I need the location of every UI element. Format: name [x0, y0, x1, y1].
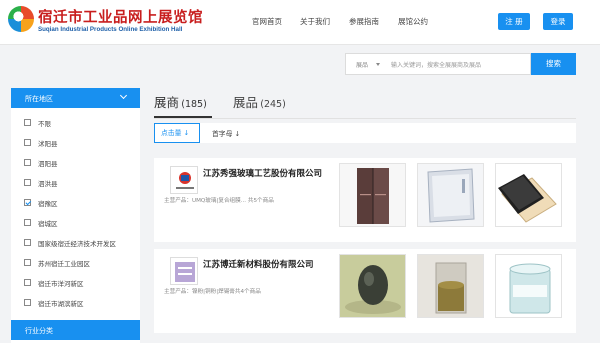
glass-panel-image [418, 164, 483, 226]
search-input-box[interactable]: 展品 输入关键词，搜索全展展商及展品 [345, 53, 531, 75]
region-item-suzhou-park[interactable]: 苏州宿迁工业园区 [11, 254, 140, 274]
region-item-sihong[interactable]: 泗洪县 [11, 174, 140, 194]
chevron-down-icon [376, 63, 380, 66]
tab-products[interactable]: 展品 (245) [233, 92, 286, 111]
nav-about[interactable]: 关于我们 [300, 16, 330, 27]
region-item-hubin[interactable]: 宿迁市湖滨新区 [11, 294, 140, 314]
region-filter-header[interactable]: 所在地区 [11, 88, 140, 108]
region-label: 泗洪县 [38, 180, 58, 188]
region-checkbox[interactable] [24, 279, 31, 286]
region-checkbox-checked[interactable] [24, 199, 31, 206]
company-main-products: 主营产品：镍粉|铜粉|焊锡膏共4个商品 [164, 289, 261, 295]
tab-label: 展品 [233, 95, 259, 110]
region-checkbox[interactable] [24, 239, 31, 246]
company-logo[interactable] [170, 166, 198, 194]
region-label: 宿迁市洋河新区 [38, 280, 84, 288]
region-checkbox[interactable] [24, 259, 31, 266]
region-item-unlimited[interactable]: 不限 [11, 114, 140, 134]
product-thumbnail[interactable] [417, 163, 484, 227]
company-name[interactable]: 江苏博迁新材料股份有限公司 [203, 258, 314, 270]
search-input[interactable]: 输入关键词，搜索全展展商及展品 [391, 60, 481, 69]
product-thumbnail[interactable] [417, 254, 484, 318]
login-button[interactable]: 登录 [543, 13, 573, 30]
region-item-dev-zone[interactable]: 国家级宿迁经济技术开发区 [11, 234, 140, 254]
company-logo[interactable] [170, 257, 198, 285]
search-category-select[interactable]: 展品 [356, 60, 368, 69]
exhibitor-card[interactable]: 江苏秀强玻璃工艺股份有限公司 主营产品：UMQ玻璃|复合组膜... 共5个商品 [154, 158, 576, 242]
region-label: 宿城区 [38, 220, 58, 228]
search-bar: 展品 输入关键词，搜索全展展商及展品 搜索 [0, 45, 600, 83]
company-logo-icon [176, 172, 194, 189]
sort-by-initial-button[interactable]: 首字母 ↓ [212, 128, 240, 138]
region-checkbox[interactable] [24, 179, 31, 186]
site-logo-icon[interactable] [8, 6, 34, 32]
site-title[interactable]: 宿迁市工业品网上展览馆 [38, 6, 203, 27]
product-thumbnail[interactable] [339, 163, 406, 227]
solder-paste-image [496, 255, 561, 317]
sort-by-clicks-button[interactable]: 点击量 ↓ [154, 123, 200, 143]
region-label: 沭阳县 [38, 140, 58, 148]
region-item-suyu[interactable]: 宿豫区 [11, 194, 140, 214]
product-thumbnail[interactable] [495, 254, 562, 318]
phone-image [496, 164, 561, 226]
region-filter-title: 所在地区 [25, 95, 53, 103]
region-checkbox[interactable] [24, 299, 31, 306]
exhibitor-card[interactable]: 江苏博迁新材料股份有限公司 主营产品：镍粉|铜粉|焊锡膏共4个商品 [154, 249, 576, 333]
site-subtitle: Suqian Industrial Products Online Exhibi… [38, 26, 183, 33]
search-button[interactable]: 搜索 [531, 53, 576, 75]
chevron-down-icon[interactable] [119, 91, 128, 100]
sort-bar: 点击量 ↓ 首字母 ↓ [154, 123, 576, 143]
tab-label: 展商 [154, 95, 180, 110]
register-button[interactable]: 注 册 [498, 13, 530, 30]
region-item-shuyang[interactable]: 沭阳县 [11, 134, 140, 154]
region-checkbox[interactable] [24, 159, 31, 166]
region-item-siyang[interactable]: 泗阳县 [11, 154, 140, 174]
copper-powder-jar-image [418, 255, 483, 317]
industry-filter-header[interactable]: 行业分类 [11, 320, 140, 340]
product-thumbnail[interactable] [339, 254, 406, 318]
product-thumbnail[interactable] [495, 163, 562, 227]
tab-exhibitors[interactable]: 展商 (185) [154, 92, 207, 111]
region-label: 宿迁市湖滨新区 [38, 300, 84, 308]
nav-home[interactable]: 官网首页 [252, 16, 282, 27]
region-label: 泗阳县 [38, 160, 58, 168]
region-item-sucheng[interactable]: 宿城区 [11, 214, 140, 234]
region-item-yanghe[interactable]: 宿迁市洋河新区 [11, 274, 140, 294]
region-checkbox[interactable] [24, 139, 31, 146]
company-main-products: 主营产品：UMQ玻璃|复合组膜... 共5个商品 [164, 198, 274, 204]
divider [154, 118, 576, 119]
tab-count: (185) [181, 99, 207, 110]
nickel-powder-image [340, 255, 405, 317]
main-content: 展商 (185) 展品 (245) 点击量 ↓ 首字母 ↓ 江苏秀强玻璃工艺股份… [154, 88, 589, 343]
nav-convention[interactable]: 展馆公约 [398, 16, 428, 27]
fridge-image [340, 164, 405, 226]
filter-sidebar: 所在地区 不限 沭阳县 泗阳县 泗洪县 宿豫区 宿城区 国家级宿迁经济技术开发区… [11, 88, 140, 343]
region-label: 苏州宿迁工业园区 [38, 260, 90, 268]
region-checkbox[interactable] [24, 119, 31, 126]
tab-count: (245) [260, 99, 286, 110]
company-logo-icon [175, 262, 195, 282]
region-checkbox[interactable] [24, 219, 31, 226]
industry-filter-title: 行业分类 [25, 327, 53, 335]
site-header: 宿迁市工业品网上展览馆 Suqian Industrial Products O… [0, 0, 600, 45]
region-label: 宿豫区 [38, 200, 58, 208]
nav-guide[interactable]: 参展指南 [349, 16, 379, 27]
region-label: 国家级宿迁经济技术开发区 [38, 240, 116, 248]
company-name[interactable]: 江苏秀强玻璃工艺股份有限公司 [203, 167, 322, 179]
region-label: 不限 [38, 120, 51, 128]
